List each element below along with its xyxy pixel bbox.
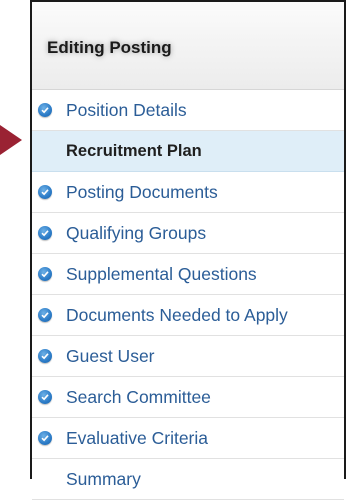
nav-item-label: Position Details: [66, 100, 187, 120]
nav-item-label: Guest User: [66, 346, 155, 366]
check-icon: [38, 226, 52, 240]
nav-item-supplemental-questions[interactable]: Supplemental Questions: [32, 254, 344, 295]
panel-header: Editing Posting: [32, 2, 344, 90]
nav-item-summary[interactable]: Summary: [32, 459, 344, 500]
nav-item-recruitment-plan[interactable]: Recruitment Plan: [32, 131, 344, 172]
check-icon: [38, 390, 52, 404]
nav-item-guest-user[interactable]: Guest User: [32, 336, 344, 377]
nav-item-evaluative-criteria[interactable]: Evaluative Criteria: [32, 418, 344, 459]
nav-item-position-details[interactable]: Position Details: [32, 90, 344, 131]
nav-item-label: Supplemental Questions: [66, 264, 257, 284]
check-icon: [38, 431, 52, 445]
check-icon: [38, 185, 52, 199]
nav-item-documents-needed-to-apply[interactable]: Documents Needed to Apply: [32, 295, 344, 336]
check-icon: [38, 267, 52, 281]
nav-item-label: Qualifying Groups: [66, 223, 207, 243]
panel-title: Editing Posting: [47, 38, 172, 57]
check-icon: [38, 103, 52, 117]
nav-item-label: Evaluative Criteria: [66, 428, 208, 448]
pointer-arrow-icon: [0, 125, 22, 155]
nav-item-label: Summary: [66, 469, 141, 489]
nav-item-label: Recruitment Plan: [66, 142, 202, 160]
editing-posting-panel: Editing Posting Position Details Recruit…: [30, 0, 346, 500]
nav-item-label: Posting Documents: [66, 182, 218, 202]
nav-item-qualifying-groups[interactable]: Qualifying Groups: [32, 213, 344, 254]
nav-item-label: Search Committee: [66, 387, 211, 407]
nav-list: Position Details Recruitment Plan Postin…: [32, 90, 344, 500]
nav-item-search-committee[interactable]: Search Committee: [32, 377, 344, 418]
check-icon: [38, 308, 52, 322]
nav-item-label: Documents Needed to Apply: [66, 305, 288, 325]
nav-item-posting-documents[interactable]: Posting Documents: [32, 172, 344, 213]
check-icon: [38, 349, 52, 363]
